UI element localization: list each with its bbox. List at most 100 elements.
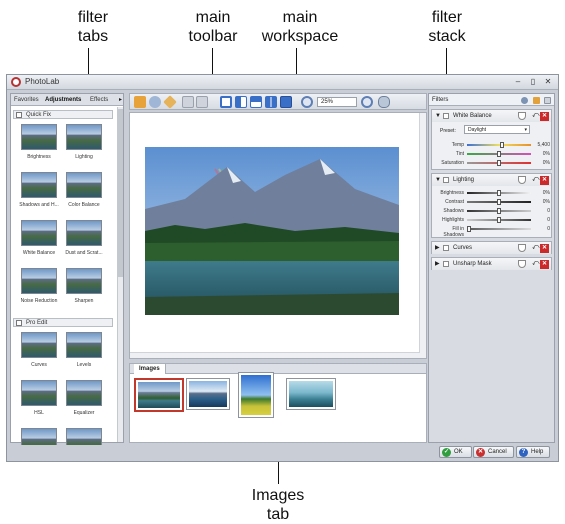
compare-view-icon[interactable] [250, 96, 262, 108]
expand-arrow-right-icon[interactable]: ▶ [435, 242, 440, 254]
tab-effects[interactable]: Effects [90, 96, 108, 106]
zoom-out-icon[interactable] [301, 96, 313, 108]
slider-handle[interactable] [500, 142, 504, 148]
minimize-button[interactable]: – [512, 77, 524, 87]
slider-handle[interactable] [497, 208, 501, 214]
slider-handle[interactable] [497, 151, 501, 157]
slider-handle[interactable] [467, 226, 471, 232]
zoom-level-field[interactable]: 25% [317, 97, 357, 107]
tab-favorites[interactable]: Favorites [14, 96, 39, 106]
slider-track[interactable] [467, 144, 531, 146]
delete-filter-icon[interactable]: ✕ [540, 176, 549, 185]
filter-stack-item[interactable]: ▼ Lighting ⤺ ✕ Brightness 0% Contrast 0% Shadows… [431, 173, 552, 238]
filter-thumbnail[interactable] [66, 332, 102, 358]
slider-handle[interactable] [497, 217, 501, 223]
main-workspace[interactable] [129, 112, 427, 359]
delete-filter-icon[interactable]: ✕ [540, 260, 549, 269]
filter-stack-item[interactable]: ▶ Unsharp Mask ⤺ ✕ [431, 257, 552, 270]
expand-arrow-down-icon[interactable]: ▼ [435, 174, 441, 186]
reset-filter-icon[interactable]: ⤺ [532, 111, 539, 120]
image-thumbnail[interactable] [186, 378, 230, 410]
filter-enable-checkbox[interactable] [443, 177, 449, 183]
filter-enable-checkbox[interactable] [443, 113, 449, 119]
delete-filter-icon[interactable]: ✕ [540, 244, 549, 253]
single-view-icon[interactable] [220, 96, 232, 108]
filter-thumbnail[interactable] [21, 380, 57, 406]
undo-icon[interactable] [182, 96, 194, 108]
mask-shield-icon[interactable] [518, 260, 526, 268]
reset-filter-icon[interactable]: ⤺ [532, 175, 539, 184]
tabs-scroll-right-icon[interactable]: ▸ [119, 96, 122, 103]
filter-item-header[interactable]: ▼ White Balance ⤺ ✕ [432, 110, 551, 122]
zoom-in-icon[interactable] [361, 96, 373, 108]
button-label: Cancel [488, 449, 507, 455]
slider-label: Shadows [443, 208, 464, 214]
image-thumbnail[interactable] [238, 372, 274, 418]
filter-item-header[interactable]: ▶ Unsharp Mask ⤺ ✕ [432, 258, 551, 270]
mask-shield-icon[interactable] [518, 244, 526, 252]
mask-shield-icon[interactable] [518, 112, 526, 120]
refresh-icon[interactable] [521, 97, 528, 104]
filter-thumbnail[interactable] [66, 220, 102, 246]
expand-arrow-right-icon[interactable]: ▶ [435, 258, 440, 270]
hand-tool-icon[interactable] [134, 96, 146, 108]
reset-filter-icon[interactable]: ⤺ [532, 243, 539, 252]
stack-menu-icon[interactable] [544, 97, 551, 104]
slider-handle[interactable] [497, 190, 501, 196]
filter-group-header[interactable]: Pro Edit [13, 318, 113, 327]
split-view-icon[interactable] [235, 96, 247, 108]
binoculars-icon[interactable] [378, 96, 390, 108]
lock-icon[interactable] [533, 97, 540, 104]
main-photo[interactable] [145, 147, 399, 315]
image-thumbnail[interactable] [286, 378, 336, 410]
workspace-horizontal-scrollbar[interactable] [130, 352, 420, 358]
side-by-side-icon[interactable] [265, 96, 277, 108]
image-thumbnail[interactable] [134, 378, 184, 412]
callout-main-workspace-line1: main [282, 9, 318, 26]
filter-group-header[interactable]: Quick Fix [13, 110, 113, 119]
filter-stack-item[interactable]: ▼ White Balance ⤺ ✕ Preset: Daylight ▾ Temp 5,40… [431, 109, 552, 170]
slider-handle[interactable] [497, 199, 501, 205]
filter-stack: Filters ▼ White Balance ⤺ ✕ Preset: Daylight ▾… [428, 93, 555, 443]
filter-thumbnail[interactable] [21, 172, 57, 198]
mask-shield-icon[interactable] [518, 176, 526, 184]
chevron-down-icon[interactable]: ▾ [524, 126, 527, 134]
group-collapse-toggle[interactable] [16, 112, 22, 118]
slider-handle[interactable] [497, 160, 501, 166]
workspace-vertical-scrollbar[interactable] [419, 113, 426, 358]
filter-thumbnail[interactable] [21, 268, 57, 294]
filter-thumbnail[interactable] [21, 124, 57, 150]
filter-enable-checkbox[interactable] [443, 245, 449, 251]
tag-icon[interactable] [163, 95, 177, 109]
filter-thumbnail[interactable] [66, 380, 102, 406]
filter-enable-checkbox[interactable] [443, 261, 449, 267]
filter-thumbnail-label: Noise Reduction [20, 298, 58, 304]
maximize-button[interactable]: ▯ [527, 77, 539, 87]
left-scrollbar-thumb[interactable] [118, 109, 123, 277]
filter-thumbnail[interactable] [21, 332, 57, 358]
filter-thumbnail[interactable] [66, 268, 102, 294]
filter-thumbnail[interactable] [66, 124, 102, 150]
filter-thumbnail[interactable] [66, 172, 102, 198]
filter-item-header[interactable]: ▶ Curves ⤺ ✕ [432, 242, 551, 254]
group-collapse-toggle[interactable] [16, 320, 22, 326]
filter-item-header[interactable]: ▼ Lighting ⤺ ✕ [432, 174, 551, 186]
before-after-icon[interactable] [280, 96, 292, 108]
expand-arrow-down-icon[interactable]: ▼ [435, 110, 441, 122]
tab-adjustments[interactable]: Adjustments [45, 96, 81, 106]
delete-filter-icon[interactable]: ✕ [540, 112, 549, 121]
left-scrollbar[interactable] [117, 107, 123, 442]
preset-dropdown[interactable]: Daylight ▾ [464, 125, 530, 134]
help-button[interactable]: ? Help [516, 446, 550, 458]
ok-button[interactable]: ✓ OK [439, 446, 472, 458]
filter-stack-item[interactable]: ▶ Curves ⤺ ✕ [431, 241, 552, 254]
filter-thumbnail[interactable] [21, 220, 57, 246]
eye-icon[interactable] [149, 96, 161, 108]
close-button[interactable]: ✕ [542, 77, 554, 87]
reset-filter-icon[interactable]: ⤺ [532, 259, 539, 268]
slider-track[interactable] [467, 228, 531, 230]
redo-icon[interactable] [196, 96, 208, 108]
tab-images[interactable]: Images [134, 364, 166, 374]
callout-main-workspace-line2: workspace [261, 28, 339, 45]
cancel-button[interactable]: ✕ Cancel [473, 446, 514, 458]
